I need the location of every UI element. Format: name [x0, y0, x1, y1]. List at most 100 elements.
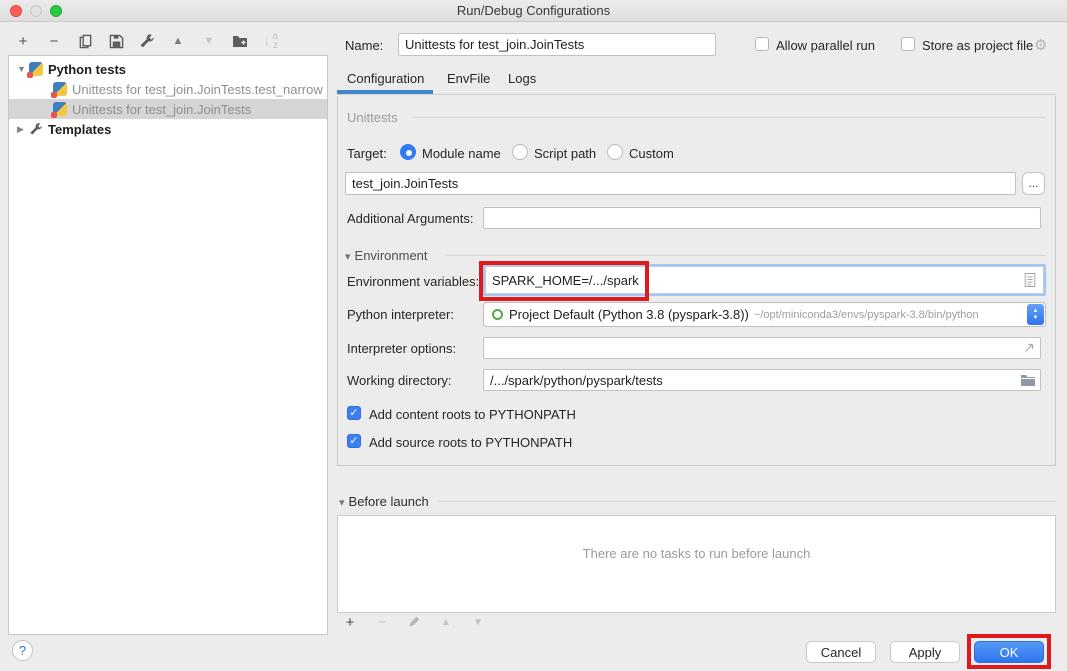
plus-icon: +: [346, 614, 355, 631]
tab-logs[interactable]: Logs: [508, 71, 536, 86]
python-tests-icon: [53, 102, 67, 116]
interpreter-path: ~/opt/miniconda3/envs/pyspark-3.8/bin/py…: [754, 309, 1045, 321]
environment-section-title: Environment: [355, 248, 428, 263]
add-task-button[interactable]: +: [341, 613, 359, 631]
additional-arguments-input[interactable]: [483, 207, 1041, 229]
folder-browse-icon[interactable]: [1020, 373, 1036, 387]
edit-templates-button[interactable]: [138, 32, 156, 50]
interpreter-options-input[interactable]: [483, 337, 1041, 359]
allow-parallel-run-checkbox[interactable]: [755, 37, 769, 51]
wrench-icon: [29, 122, 43, 136]
remove-configuration-button[interactable]: −: [45, 32, 63, 50]
module-name-input[interactable]: [345, 172, 1016, 195]
section-divider: [437, 501, 1056, 502]
add-source-roots-label: Add source roots to PYTHONPATH: [369, 435, 572, 450]
interpreter-value: Project Default (Python 3.8 (pyspark-3.8…: [509, 307, 749, 322]
store-as-project-file-checkbox[interactable]: [901, 37, 915, 51]
python-tests-icon: [53, 82, 67, 96]
target-custom-label: Custom: [629, 146, 674, 161]
remove-task-button[interactable]: −: [373, 613, 391, 631]
gear-icon[interactable]: ⚙: [1034, 36, 1047, 54]
working-directory-label: Working directory:: [347, 373, 452, 388]
browse-module-button[interactable]: ...: [1022, 172, 1045, 195]
environment-variables-field: [483, 264, 1046, 296]
allow-parallel-run-label: Allow parallel run: [776, 38, 875, 53]
tree-group-python-tests[interactable]: ▼ Python tests: [9, 59, 327, 79]
python-interpreter-select[interactable]: Project Default (Python 3.8 (pyspark-3.8…: [483, 302, 1046, 327]
title-bar: Run/Debug Configurations: [0, 0, 1067, 22]
tree-item-test-narrow[interactable]: Unittests for test_join.JoinTests.test_n…: [9, 79, 327, 99]
folder-plus-icon: [232, 33, 248, 49]
target-label: Target:: [347, 146, 387, 161]
configurations-toolbar: + − ▲ ▼ ↓ a z: [14, 31, 280, 51]
edit-variables-icon[interactable]: [1023, 272, 1037, 288]
copy-configuration-button[interactable]: [76, 32, 94, 50]
window-title: Run/Debug Configurations: [0, 3, 1067, 18]
expand-field-icon[interactable]: [1022, 341, 1036, 355]
save-icon: [109, 34, 124, 49]
add-source-roots-checkbox[interactable]: ✓: [347, 434, 361, 448]
arrow-down-icon: ▼: [473, 617, 483, 628]
arrow-up-icon: ▲: [441, 617, 451, 628]
group-divider: [412, 117, 1046, 118]
target-module-name-label: Module name: [422, 146, 501, 161]
section-collapse-icon[interactable]: ▾: [339, 497, 345, 509]
target-custom-radio[interactable]: [607, 144, 623, 160]
plus-icon: +: [19, 33, 28, 50]
tree-item-jointests-selected[interactable]: Unittests for test_join.JoinTests: [9, 99, 327, 119]
wrench-icon: [139, 33, 155, 49]
move-up-button[interactable]: ▲: [169, 32, 187, 50]
move-task-up-button[interactable]: ▲: [437, 613, 455, 631]
pencil-icon: [407, 615, 421, 629]
ok-button[interactable]: OK: [974, 641, 1044, 663]
name-input[interactable]: [398, 33, 716, 56]
check-icon: ✓: [349, 408, 358, 419]
section-divider: [447, 255, 1046, 256]
tree-group-templates[interactable]: ▶ Templates: [9, 119, 327, 139]
apply-button[interactable]: Apply: [890, 641, 960, 663]
combo-stepper-icon[interactable]: ▲▼: [1027, 304, 1044, 325]
tab-envfile[interactable]: EnvFile: [447, 71, 490, 86]
additional-arguments-label: Additional Arguments:: [347, 211, 473, 226]
add-content-roots-label: Add content roots to PYTHONPATH: [369, 407, 576, 422]
tab-strip-divider: [337, 94, 1056, 95]
tree-item-label: Unittests for test_join.JoinTests.test_n…: [72, 82, 323, 97]
tab-configuration[interactable]: Configuration: [347, 71, 424, 86]
edit-task-button[interactable]: [405, 613, 423, 631]
target-script-path-label: Script path: [534, 146, 596, 161]
before-launch-section-header[interactable]: ▾ Before launch: [339, 494, 429, 509]
minus-icon: −: [50, 33, 59, 50]
environment-section-header[interactable]: ▾ Environment: [345, 248, 428, 263]
arrow-down-icon: ▼: [204, 35, 215, 47]
sort-configurations-button[interactable]: ↓ a z: [262, 32, 280, 50]
before-launch-task-list[interactable]: There are no tasks to run before launch: [337, 515, 1056, 613]
interpreter-options-label: Interpreter options:: [347, 341, 456, 356]
conda-env-icon: [492, 309, 503, 320]
before-launch-title: Before launch: [349, 494, 429, 509]
move-task-down-button[interactable]: ▼: [469, 613, 487, 631]
move-down-button[interactable]: ▼: [200, 32, 218, 50]
add-content-roots-checkbox[interactable]: ✓: [347, 406, 361, 420]
unittests-group-title: Unittests: [347, 110, 398, 125]
section-collapse-icon[interactable]: ▾: [345, 251, 351, 263]
configurations-tree: ▼ Python tests Unittests for test_join.J…: [8, 55, 328, 635]
arrow-up-icon: ▲: [173, 35, 184, 47]
environment-variables-input[interactable]: [486, 273, 1043, 288]
python-interpreter-label: Python interpreter:: [347, 307, 454, 322]
chevron-right-icon[interactable]: ▶: [17, 124, 29, 135]
cancel-button[interactable]: Cancel: [806, 641, 876, 663]
add-configuration-button[interactable]: +: [14, 32, 32, 50]
copy-icon: [78, 34, 93, 49]
minus-icon: −: [378, 614, 387, 631]
tree-group-label: Python tests: [48, 62, 126, 77]
target-module-name-radio[interactable]: [400, 144, 416, 160]
before-launch-toolbar: + − ▲ ▼: [341, 612, 487, 632]
target-script-path-radio[interactable]: [512, 144, 528, 160]
python-tests-icon: [29, 62, 43, 76]
sort-az-icon: ↓ a z: [263, 33, 279, 49]
save-configuration-button[interactable]: [107, 32, 125, 50]
new-folder-button[interactable]: [231, 32, 249, 50]
working-directory-input[interactable]: [483, 369, 1041, 391]
check-icon: ✓: [349, 436, 358, 447]
help-button[interactable]: ?: [12, 640, 33, 661]
